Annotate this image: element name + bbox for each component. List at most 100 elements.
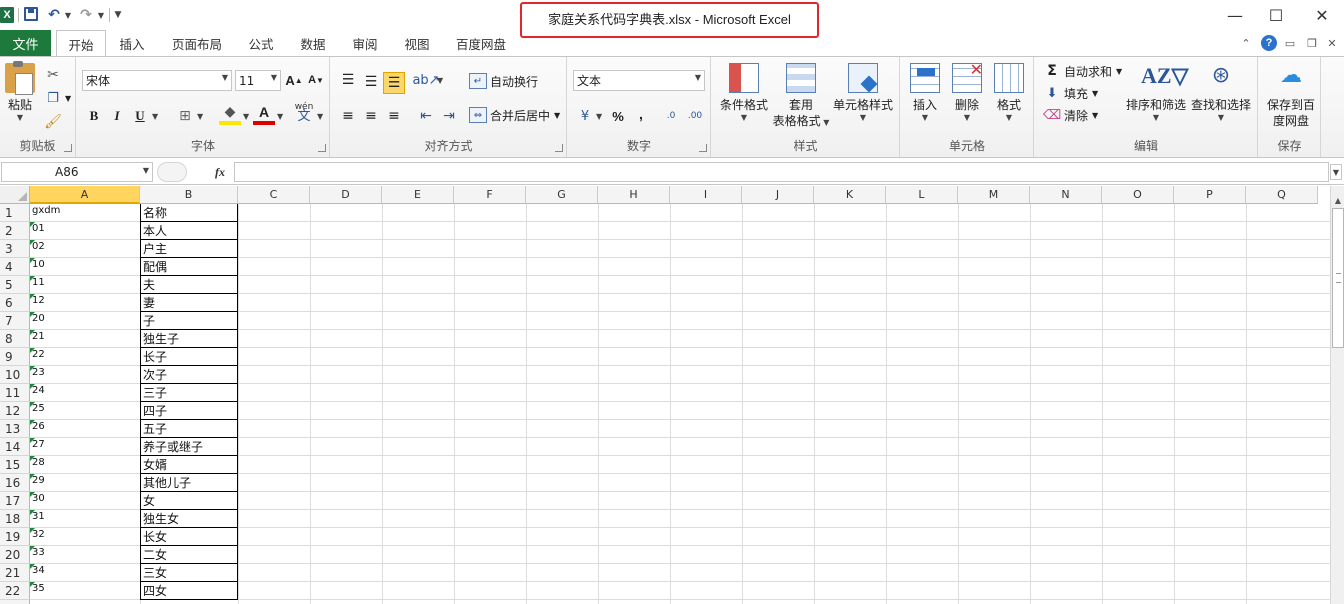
cell-a[interactable]: 30 (30, 492, 140, 510)
cell-b[interactable]: 子 (140, 312, 238, 330)
column-header-c[interactable]: C (238, 186, 310, 204)
column-header-p[interactable]: P (1174, 186, 1246, 204)
fill-color-icon[interactable]: ◆ (219, 103, 241, 125)
cell-b[interactable]: 夫 (140, 276, 238, 294)
chevron-down-icon[interactable]: ▼ (317, 112, 323, 121)
autosum-button[interactable]: Σ 自动求和 ▼ (1043, 61, 1122, 81)
cell-b[interactable]: 次子 (140, 366, 238, 384)
align-left-icon[interactable]: ≡ (337, 105, 359, 127)
decrease-indent-icon[interactable]: ⇤ (415, 105, 437, 127)
row-header[interactable]: 7 (0, 312, 30, 330)
excel-logo-icon[interactable]: X (0, 7, 14, 23)
insert-cells-button[interactable]: 插入 ▼ (907, 63, 943, 122)
scrollbar-thumb[interactable] (1332, 208, 1344, 348)
shrink-font-button[interactable]: A ▼ (305, 69, 327, 91)
merge-center-button[interactable]: ⇔ 合并后居中 ▼ (469, 105, 560, 125)
undo-icon[interactable]: ↶ (47, 7, 61, 23)
cell-b[interactable]: 其他儿子 (140, 474, 238, 492)
formula-bar-splitter[interactable] (157, 162, 187, 182)
row-header[interactable]: 16 (0, 474, 30, 492)
tab-home[interactable]: 开始 (56, 30, 106, 57)
font-name-combo[interactable]: 宋体 ▼ (82, 70, 232, 91)
row-header[interactable]: 18 (0, 510, 30, 528)
row-header[interactable]: 14 (0, 438, 30, 456)
wrap-text-button[interactable]: ↵ 自动换行 (469, 71, 538, 91)
italic-button[interactable]: I (106, 105, 128, 127)
expand-formula-bar-icon[interactable]: ▼ (1330, 164, 1342, 180)
tab-insert[interactable]: 插入 (110, 30, 154, 57)
cell-b[interactable]: 妻 (140, 294, 238, 312)
scroll-up-icon[interactable]: ▲ (1332, 194, 1344, 206)
chevron-down-icon[interactable]: ▼ (596, 112, 602, 121)
align-top-icon[interactable]: ☰ (337, 69, 359, 91)
name-box[interactable]: A86 ▼ (1, 162, 153, 182)
column-header-l[interactable]: L (886, 186, 958, 204)
column-header-b[interactable]: B (140, 186, 238, 204)
borders-icon[interactable]: ⊞ (174, 105, 196, 127)
cell-b[interactable]: 独生子 (140, 330, 238, 348)
currency-icon[interactable]: ¥ (574, 105, 596, 127)
column-header-d[interactable]: D (310, 186, 382, 204)
dialog-launcher-icon[interactable] (318, 144, 326, 152)
cell-a[interactable]: 29 (30, 474, 140, 492)
window-minimize-icon[interactable]: ▭ (1284, 35, 1296, 51)
cell-a[interactable]: 27 (30, 438, 140, 456)
row-header[interactable]: 22 (0, 582, 30, 600)
row-header[interactable] (0, 600, 30, 604)
cell-a[interactable]: 28 (30, 456, 140, 474)
cell-a[interactable]: 31 (30, 510, 140, 528)
increase-decimal-button[interactable]: .0 (660, 105, 682, 127)
tab-formulas[interactable]: 公式 (240, 30, 282, 57)
paste-button[interactable]: 粘贴 ▼ (3, 61, 37, 122)
maximize-button[interactable]: ☐ (1266, 5, 1286, 25)
undo-dropdown-icon[interactable]: ▼ (64, 7, 72, 23)
help-icon[interactable]: ? (1261, 35, 1277, 51)
decrease-decimal-button[interactable]: .00 (684, 105, 706, 127)
font-color-icon[interactable]: A (253, 103, 275, 125)
select-all-button[interactable] (0, 186, 30, 204)
sort-filter-button[interactable]: AZ▽ 排序和筛选 ▼ (1125, 63, 1189, 122)
font-size-combo[interactable]: 11 ▼ (235, 70, 281, 91)
row-header[interactable]: 12 (0, 402, 30, 420)
save-icon[interactable] (24, 7, 38, 21)
row-header[interactable]: 9 (0, 348, 30, 366)
align-right-icon[interactable]: ≡ (383, 105, 405, 127)
format-as-table-button[interactable]: 套用 表格格式 ▼ (770, 63, 832, 131)
cell-a[interactable]: 23 (30, 366, 140, 384)
clear-button[interactable]: ⌫ 清除 ▼ (1043, 105, 1098, 125)
chevron-down-icon[interactable]: ▼ (1116, 67, 1122, 76)
window-restore-icon[interactable]: ❐ (1306, 35, 1318, 51)
cell-b[interactable]: 三子 (140, 384, 238, 402)
tab-file[interactable]: 文件 (0, 30, 51, 56)
cell-a[interactable]: gxdm (30, 204, 140, 222)
column-header-i[interactable]: I (670, 186, 742, 204)
bold-button[interactable]: B (83, 105, 105, 127)
chevron-down-icon[interactable]: ▼ (1092, 111, 1098, 120)
minimize-button[interactable]: — (1225, 5, 1245, 25)
cell-b[interactable]: 长子 (140, 348, 238, 366)
cell-styles-button[interactable]: 单元格样式 ▼ (832, 63, 894, 122)
chevron-down-icon[interactable]: ▼ (437, 76, 443, 85)
worksheet-grid[interactable]: ABCDEFGHIJKLMNOPQ 1 gxdm 名称 2 01 本人 3 02 户主 4 10 配偶… (0, 186, 1330, 604)
cell-a[interactable]: 35 (30, 582, 140, 600)
cell-a[interactable]: 11 (30, 276, 140, 294)
chevron-down-icon[interactable]: ▼ (222, 73, 228, 82)
chevron-down-icon[interactable]: ▼ (243, 112, 249, 121)
column-header-f[interactable]: F (454, 186, 526, 204)
row-header[interactable]: 4 (0, 258, 30, 276)
row-header[interactable]: 8 (0, 330, 30, 348)
tab-baidu-netdisk[interactable]: 百度网盘 (448, 30, 514, 57)
chevron-down-icon[interactable]: ▼ (152, 112, 158, 121)
tab-data[interactable]: 数据 (292, 30, 334, 57)
cell-a[interactable]: 26 (30, 420, 140, 438)
format-cells-button[interactable]: 格式 ▼ (991, 63, 1027, 122)
fill-button[interactable]: ⬇ 填充 ▼ (1043, 83, 1099, 103)
column-header-a[interactable]: A (30, 186, 140, 204)
column-header-m[interactable]: M (958, 186, 1030, 204)
comma-button[interactable]: , (630, 103, 652, 125)
dialog-launcher-icon[interactable] (64, 144, 72, 152)
column-header-k[interactable]: K (814, 186, 886, 204)
column-header-q[interactable]: Q (1246, 186, 1318, 204)
phonetic-guide-button[interactable]: wén 文 (291, 101, 317, 123)
column-header-o[interactable]: O (1102, 186, 1174, 204)
